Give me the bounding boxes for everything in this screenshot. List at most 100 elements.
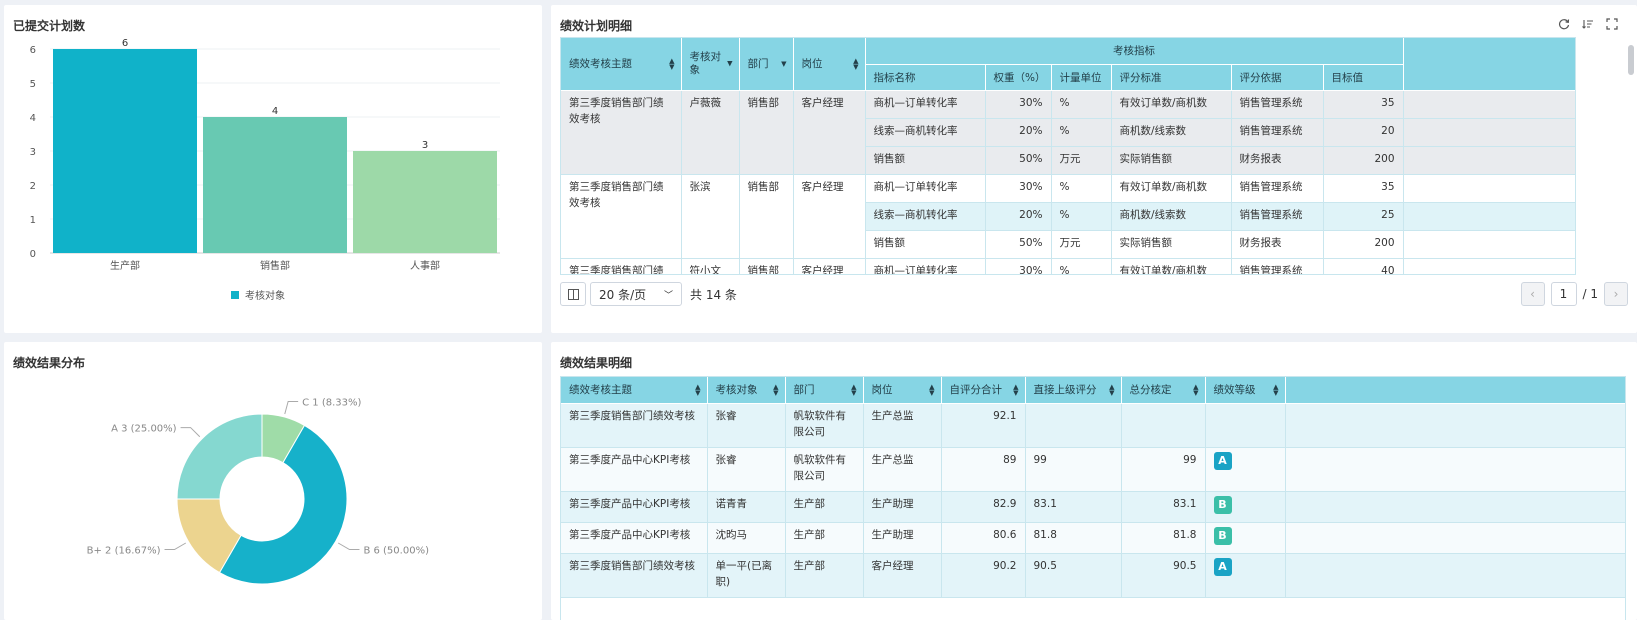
- col-header[interactable]: 绩效考核主题 ▲ ▼: [561, 377, 708, 404]
- cell-spacer: [1403, 146, 1575, 175]
- col-header-basis: 评分依据: [1231, 64, 1324, 91]
- cell-target: 张睿: [707, 403, 786, 448]
- sort-list-icon[interactable]: [1581, 17, 1595, 31]
- sort-icon[interactable]: ▲ ▼: [1013, 383, 1018, 396]
- cell-standard: 商机数/线索数: [1111, 118, 1232, 147]
- cell-basis: 销售管理系统: [1231, 90, 1324, 119]
- cell-goal: 200: [1323, 146, 1404, 175]
- data-label: 4: [272, 106, 278, 117]
- table-row[interactable]: 第三季度产品中心KPI考核 诺青青 生产部 生产助理 82.9 83.1 83.1 B: [561, 491, 1625, 523]
- y-tick-label: 4: [30, 113, 36, 124]
- donut-chart: C 1 (8.33%) B 6 (50.00%) B+ 2 (16.67%) A 3 …: [87, 397, 429, 585]
- cell-weight: 50%: [985, 146, 1052, 175]
- cell-theme: 第三季度产品中心KPI考核: [561, 491, 708, 523]
- col-header[interactable]: 自评分合计 ▲ ▼: [941, 377, 1026, 404]
- cell-spacer: [1285, 447, 1625, 492]
- cell-unit: %: [1051, 174, 1112, 203]
- filter-icon[interactable]: ▼: [727, 57, 732, 70]
- sort-icon[interactable]: ▲ ▼: [1273, 383, 1278, 396]
- cell-spacer: [1403, 174, 1575, 203]
- grade-badge: A: [1213, 557, 1232, 576]
- col-header[interactable]: 直接上级评分 ▲ ▼: [1025, 377, 1122, 404]
- table-row[interactable]: 第三季度销售部门绩效考核 单一平(已离职) 生产部 客户经理 90.2 90.5 90.5 A: [561, 553, 1625, 598]
- cell-basis: 销售管理系统: [1231, 174, 1324, 203]
- cell-self: 80.6: [941, 522, 1026, 554]
- cell-grade: B: [1205, 522, 1286, 554]
- cell-standard: 实际销售额: [1111, 230, 1232, 259]
- col-header[interactable]: 绩效等级 ▲ ▼: [1205, 377, 1286, 404]
- table-row[interactable]: 第三季度产品中心KPI考核 张睿 帆软软件有限公司 生产总监 89 99 99 A: [561, 447, 1625, 492]
- cell-boss: [1025, 403, 1122, 448]
- vertical-scrollbar[interactable]: [1628, 45, 1634, 75]
- chevron-right-icon: ›: [1613, 287, 1619, 301]
- cell-unit: %: [1051, 118, 1112, 147]
- panel-title: 绩效计划明细: [560, 19, 633, 33]
- filter-icon[interactable]: ▼: [781, 60, 786, 68]
- cell-basis: 财务报表: [1231, 146, 1324, 175]
- sort-icon[interactable]: ▲ ▼: [669, 57, 674, 70]
- chevron-left-icon: ‹: [1530, 287, 1535, 301]
- cell-boss: 99: [1025, 447, 1122, 492]
- label-leader-line: [180, 427, 201, 438]
- col-header-unit: 计量单位: [1051, 64, 1112, 91]
- cell-goal: 25: [1323, 202, 1404, 231]
- table-row[interactable]: 第三季度销售部门绩效考核 张睿 帆软软件有限公司 生产总监 92.1: [561, 403, 1625, 448]
- col-header-dept[interactable]: 部门 ▼: [739, 38, 794, 91]
- page-size-select[interactable]: 20 条/页 ﹀: [590, 282, 682, 306]
- cell-target: 沈昀马: [707, 522, 786, 554]
- sort-icon[interactable]: ▲ ▼: [1193, 383, 1198, 396]
- cell-unit: 万元: [1051, 146, 1112, 175]
- next-page-button[interactable]: ›: [1604, 282, 1628, 306]
- prev-page-button[interactable]: ‹: [1520, 282, 1545, 306]
- table-row[interactable]: 第三季度销售部门绩 符小文 销售部 客户经理 商机—订单转化率 30%% 有效订单数/商机数…: [561, 258, 1575, 274]
- cell-theme: 第三季度销售部门绩效考核: [561, 553, 708, 598]
- col-header[interactable]: 总分核定 ▲ ▼: [1121, 377, 1206, 404]
- y-tick-label: 3: [30, 147, 36, 158]
- sort-icon[interactable]: ▲ ▼: [773, 383, 778, 396]
- col-header-target[interactable]: 考核对象 ▼: [681, 38, 740, 91]
- sort-icon[interactable]: ▲ ▼: [851, 383, 856, 396]
- cell-boss: 90.5: [1025, 553, 1122, 598]
- column-settings-button[interactable]: [560, 282, 586, 306]
- cell-self: 90.2: [941, 553, 1026, 598]
- table-row[interactable]: 第三季度产品中心KPI考核 沈昀马 生产部 生产助理 80.6 81.8 81.8 B: [561, 522, 1625, 554]
- cell-standard: 有效订单数/商机数: [1111, 258, 1232, 274]
- cell-spacer: [1285, 553, 1625, 598]
- label-leader-line: [337, 542, 360, 550]
- x-tick-label: 人事部: [410, 259, 440, 272]
- cell-unit: 万元: [1051, 230, 1112, 259]
- sort-icon[interactable]: ▲ ▼: [929, 383, 934, 396]
- cell-total: 99: [1121, 447, 1206, 492]
- cell-post: 客户经理: [793, 258, 866, 274]
- col-header-theme[interactable]: 绩效考核主题 ▲ ▼: [561, 38, 682, 91]
- col-header[interactable]: 岗位 ▲ ▼: [863, 377, 942, 404]
- cell-goal: 35: [1323, 174, 1404, 203]
- total-count: 共 14 条: [690, 287, 737, 302]
- cell-kpi: 销售额: [865, 146, 986, 175]
- col-header-post[interactable]: 岗位 ▲ ▼: [793, 38, 866, 91]
- cell-spacer: [1403, 118, 1575, 147]
- col-header[interactable]: 考核对象 ▲ ▼: [707, 377, 786, 404]
- page-input[interactable]: 1: [1550, 282, 1577, 306]
- refresh-icon[interactable]: [1557, 17, 1571, 31]
- cell-weight: 20%: [985, 202, 1052, 231]
- sort-icon[interactable]: ▲ ▼: [695, 383, 700, 396]
- result-table-container: 绩效考核主题 ▲ ▼ 考核对象 ▲ ▼ 部门 ▲ ▼ 岗位 ▲ ▼ 自评分合计 ▲ ▼ 直接上级评分 ▲ ▼ 总分核…: [560, 376, 1626, 620]
- sort-icon[interactable]: ▲ ▼: [1109, 383, 1114, 396]
- table-row[interactable]: 第三季度销售部门绩效考核 张滨 销售部 客户经理 商机—订单转化率 30%% 有效订单数/商…: [561, 174, 1575, 259]
- cell-target: 诺青青: [707, 491, 786, 523]
- bar: [53, 49, 197, 253]
- cell-grade: B: [1205, 491, 1286, 523]
- cell-theme: 第三季度销售部门绩: [561, 258, 682, 274]
- col-header[interactable]: 部门 ▲ ▼: [785, 377, 864, 404]
- bar-chart: 0 1 2 3 4 5 6 6 生产部 4 销售部 3 人事部考核对象: [30, 38, 500, 302]
- x-tick-label: 生产部: [110, 259, 140, 272]
- sort-icon[interactable]: ▲ ▼: [853, 57, 858, 70]
- table-row[interactable]: 第三季度销售部门绩效考核 卢薇薇 销售部 客户经理 商机—订单转化率 30%% 有效订单数/…: [561, 90, 1575, 175]
- cell-boss: 83.1: [1025, 491, 1122, 523]
- cell-dept: 生产部: [785, 553, 864, 598]
- cell-dept: 生产部: [785, 491, 864, 523]
- grade-badge: B: [1213, 526, 1232, 545]
- cell-post: 生产总监: [863, 447, 942, 492]
- fullscreen-icon[interactable]: [1605, 17, 1619, 31]
